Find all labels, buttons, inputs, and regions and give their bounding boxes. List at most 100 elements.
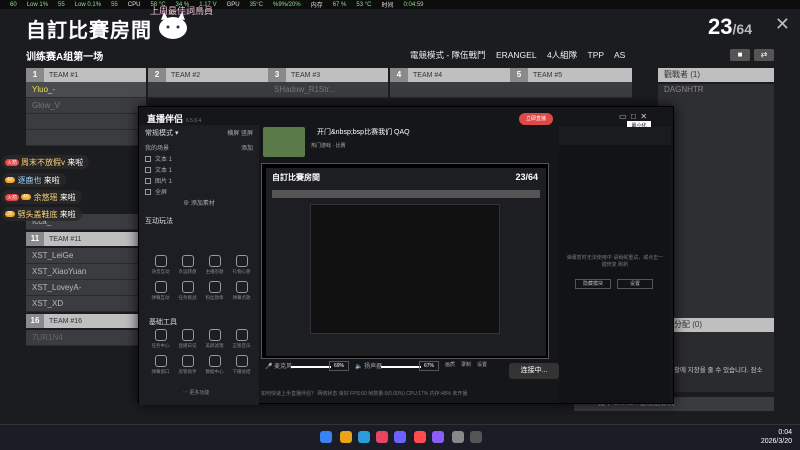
team-header-16[interactable]: 16 TEAM #16 [26,314,139,328]
tool-item[interactable]: 正版音乐 [228,329,255,349]
team-header[interactable]: 3 TEAM #3 [268,68,388,82]
lock-button[interactable]: ■ [730,49,750,61]
tool-item[interactable]: 任务挑战 [174,281,201,301]
tool-item[interactable]: 语音互动 [147,255,174,275]
scene-row: 我的场景 添加 [139,141,259,152]
source-item[interactable]: 文本 1 [139,163,259,174]
window-controls: ▭ □ ✕ [619,112,647,121]
checkbox[interactable] [145,167,151,174]
tool-item[interactable]: 美颜滤镜 [201,329,228,349]
team-header[interactable]: 5 TEAM #5 [510,68,632,82]
app-icon[interactable] [394,431,406,443]
mic-control[interactable]: 🎤 麦克风 [265,361,292,370]
tool-item[interactable]: 数据中心 [201,355,228,375]
mic-slider[interactable] [291,366,331,368]
windows-start-icon[interactable] [320,431,332,443]
stream-cover[interactable] [263,127,305,157]
add-source-button[interactable]: ⊕ 添加素材 [139,196,259,207]
tool-item[interactable]: 直播日记 [174,329,201,349]
settings-button[interactable]: 设置 [477,361,487,368]
start-stream-button[interactable]: 连接中... [509,363,559,379]
more-tools-label: 更多功能 [189,390,210,396]
system-clock[interactable]: 0:04 2026/3/20 [761,428,792,446]
speaker-control[interactable]: 🔈 扬声器 [355,361,382,370]
player-slot[interactable]: XST_XD [26,296,139,312]
tool-item[interactable]: 弹幕互动 [147,281,174,301]
team-header[interactable]: 4 TEAM #4 [390,68,510,82]
close-icon[interactable]: ✕ [775,14,790,35]
app-icon[interactable] [452,431,464,443]
team-number: 11 [26,232,44,246]
checkbox[interactable] [145,156,151,163]
player-slot[interactable] [390,82,510,98]
tab-portrait[interactable]: 竖屏 [241,131,253,137]
stream-title[interactable]: 开门&nbsp;bsp比赛我们 QAQ [317,127,410,137]
side-settings-button[interactable]: 设置 [617,279,653,289]
source-item[interactable]: 图片 1 [139,174,259,185]
osd-gpu-usage: %9%/20% [273,1,301,8]
team-header[interactable]: 2 TEAM #2 [148,68,268,82]
record-button[interactable]: 录制 [461,361,471,368]
medal-icon [208,281,221,293]
tool-item[interactable]: 下播总结 [228,355,255,375]
go-live-button[interactable]: 立即直播 [519,113,553,125]
player-slot[interactable]: XST_LoveyA- [26,280,139,296]
app-icon[interactable] [432,431,444,443]
chat-user: 周末不放假v [21,157,66,167]
tab-landscape[interactable]: 横屏 [227,131,239,137]
tool-item[interactable]: 房管助手 [174,355,201,375]
perspective-label: TPP [587,50,605,60]
app-icon[interactable] [376,431,388,443]
maximize-icon[interactable]: □ [631,112,636,121]
chat-level: 40 [21,194,31,200]
player-slot[interactable]: XST_XiaoYuan [26,264,139,280]
tool-item[interactable]: 粉丝勋章 [201,281,228,301]
minimize-icon[interactable]: ▭ [619,112,627,121]
tool-item[interactable]: 主播答题 [201,255,228,275]
hide-module-button[interactable]: 隐藏模块 [575,279,611,289]
checkbox[interactable] [145,189,151,196]
player-slot[interactable] [26,114,146,130]
player-slot[interactable] [26,130,146,146]
file-explorer-icon[interactable] [340,431,352,443]
quality-button[interactable]: 画质 [445,361,455,368]
add-scene-button[interactable]: 添加 [241,143,253,152]
tool-label: 任务中心 [151,343,170,348]
team-number: 5 [510,68,528,82]
app-icon[interactable] [414,431,426,443]
player-slot[interactable]: XST_LeiGe [26,248,139,264]
swap-button[interactable]: ⇄ [754,49,774,61]
team-header[interactable]: 1 TEAM #1 [26,68,146,82]
danmaku-message: 弹幕暂时无法使用中 请稍候重试，或点击一键修复 刷新 [566,255,664,268]
source-item[interactable]: 全屏 [139,185,259,196]
source-item[interactable]: 文本 1 [139,152,259,163]
browser-icon[interactable] [358,431,370,443]
speaker-volume[interactable]: 67% [419,361,439,371]
team-header-11[interactable]: 11 TEAM #11 [26,232,139,246]
squad-label: 4人組隊 [546,50,578,60]
tool-item[interactable]: 幸运转盘 [174,255,201,275]
mode-selector[interactable]: 常规模式 ▾ 横屏 竖屏 [139,125,259,141]
speaker-label: 扬声器 [364,364,383,370]
more-tools-link[interactable]: ⋯ 更多功能 [183,389,209,396]
tool-item[interactable]: 弹幕窗口 [147,355,174,375]
tool-item[interactable]: 弹幕点歌 [228,281,255,301]
mic-icon [154,255,167,267]
player-slot[interactable]: Glow_V [26,98,146,114]
preview-nested-window [310,204,500,334]
tool-item[interactable]: 礼物心愿 [228,255,255,275]
map-label: ERANGEL [495,50,537,60]
observer-slot[interactable]: DAGNHTR [658,84,774,96]
close-icon[interactable]: ✕ [640,112,647,121]
tool-label: 任务挑战 [178,295,197,300]
player-slot[interactable]: SHadow_R1Str... [268,82,388,98]
app-icon[interactable] [470,431,482,443]
player-slot[interactable]: Yluo_- [26,82,146,98]
checkbox[interactable] [145,178,151,185]
player-slot[interactable]: 7UR1N4 [26,330,139,346]
mic-volume[interactable]: 69% [329,361,349,371]
speaker-slider[interactable] [381,366,421,368]
player-slot[interactable] [510,82,632,98]
player-slot[interactable] [148,82,268,98]
tool-item[interactable]: 任务中心 [147,329,174,349]
